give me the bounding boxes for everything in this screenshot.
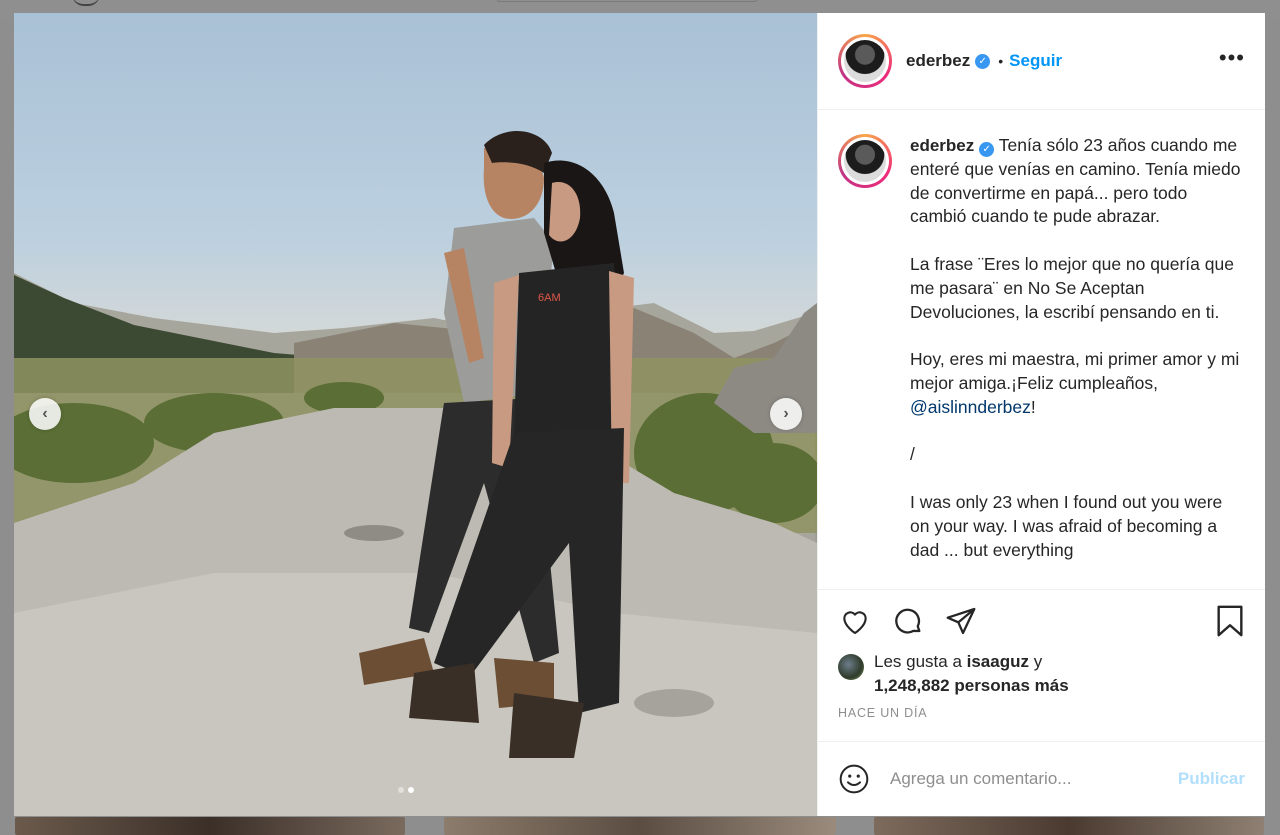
post-header: ederbez ✓ • Seguir •••	[818, 13, 1265, 110]
likes-summary: Les gusta a isaaguz y 1,248,882 personas…	[838, 650, 1247, 698]
save-button[interactable]	[1213, 604, 1247, 638]
liker-avatar[interactable]	[838, 654, 864, 680]
avatar[interactable]	[844, 40, 886, 82]
more-options-icon[interactable]: •••	[1219, 47, 1245, 69]
background-thumbnail	[444, 817, 836, 835]
caption-text-2: La frase ¨Eres lo mejor que no quería qu…	[910, 253, 1234, 322]
follow-button[interactable]: Seguir	[1009, 51, 1062, 71]
verified-badge-icon: ✓	[975, 53, 991, 69]
carousel-next-button[interactable]: ›	[770, 398, 802, 430]
liker-username[interactable]: isaaguz	[967, 652, 1029, 671]
caption-mention-suffix: !	[1030, 396, 1036, 417]
likes-text: Les gusta a isaaguz y 1,248,882 personas…	[874, 650, 1069, 698]
caption-paragraph: La frase ¨Eres lo mejor que no quería qu…	[910, 253, 1245, 324]
heart-icon	[843, 611, 867, 635]
background-thumbnails	[0, 817, 1280, 835]
action-icons-row	[838, 604, 1247, 638]
comment-bubble-icon	[895, 608, 921, 634]
shirt-print: 6AM	[538, 292, 561, 304]
background-search-box	[496, 0, 758, 2]
mention-link[interactable]: @aislinnderbez	[910, 397, 1031, 417]
smiley-icon[interactable]	[838, 763, 870, 795]
chevron-right-icon: ›	[783, 405, 789, 422]
caption-paragraph: I was only 23 when I found out you were …	[910, 491, 1245, 562]
author-username[interactable]: ederbez	[906, 51, 970, 71]
background-thumbnail	[15, 817, 405, 835]
publish-button[interactable]: Publicar	[1178, 769, 1245, 789]
chevron-left-icon: ‹	[42, 405, 48, 422]
share-button[interactable]	[944, 604, 978, 638]
bookmark-icon	[1217, 605, 1243, 637]
likes-connector: y	[1028, 652, 1043, 671]
carousel-indicator	[398, 787, 414, 793]
comment-button[interactable]	[891, 604, 925, 638]
post-side-panel: ederbez ✓ • Seguir ••• ederbez ✓ Tenía só…	[817, 13, 1265, 816]
photo-illustration: 6AM	[14, 131, 817, 816]
paper-plane-icon	[946, 607, 976, 635]
like-button[interactable]	[838, 604, 872, 638]
post-photo[interactable]: 6AM ‹ ›	[14, 13, 817, 816]
caption-username[interactable]: ederbez	[910, 136, 974, 155]
caption-paragraph: ederbez ✓ Tenía sólo 23 años cuando me en…	[910, 134, 1245, 229]
carousel-prev-button[interactable]: ‹	[29, 398, 61, 430]
post-timestamp[interactable]: HACE UN DÍA	[838, 706, 1247, 720]
likes-count[interactable]: 1,248,882 personas más	[874, 676, 1069, 695]
carousel-dot-active	[408, 787, 414, 793]
background-logo	[72, 0, 100, 6]
carousel-dot	[398, 787, 404, 793]
add-comment-form: Publicar	[818, 741, 1265, 816]
header-separator: •	[998, 53, 1004, 69]
caption-paragraph: Hoy, eres mi maestra, mi primer amor y m…	[910, 348, 1245, 419]
post-actions: Les gusta a isaaguz y 1,248,882 personas…	[818, 589, 1265, 741]
background-thumbnail	[874, 817, 1264, 835]
caption-text-4: /	[910, 444, 915, 465]
caption-avatar-story-ring[interactable]	[838, 134, 892, 188]
caption-paragraph: /	[910, 443, 1245, 467]
post-modal: 6AM ‹ › ederbez ✓ • Seguir ••• ederbez ✓…	[14, 13, 1265, 816]
verified-badge-icon: ✓	[979, 142, 995, 158]
likes-prefix: Les gusta a	[874, 652, 967, 671]
avatar[interactable]	[844, 140, 886, 182]
comments-section[interactable]: ederbez ✓ Tenía sólo 23 años cuando me en…	[818, 110, 1265, 589]
caption-text-3: Hoy, eres mi maestra, mi primer amor y m…	[910, 349, 1240, 393]
author-avatar-story-ring[interactable]	[838, 34, 892, 88]
post-caption: ederbez ✓ Tenía sólo 23 años cuando me en…	[910, 134, 1245, 589]
caption-text-5: I was only 23 when I found out you were …	[910, 491, 1223, 560]
comment-input[interactable]	[890, 769, 1178, 789]
